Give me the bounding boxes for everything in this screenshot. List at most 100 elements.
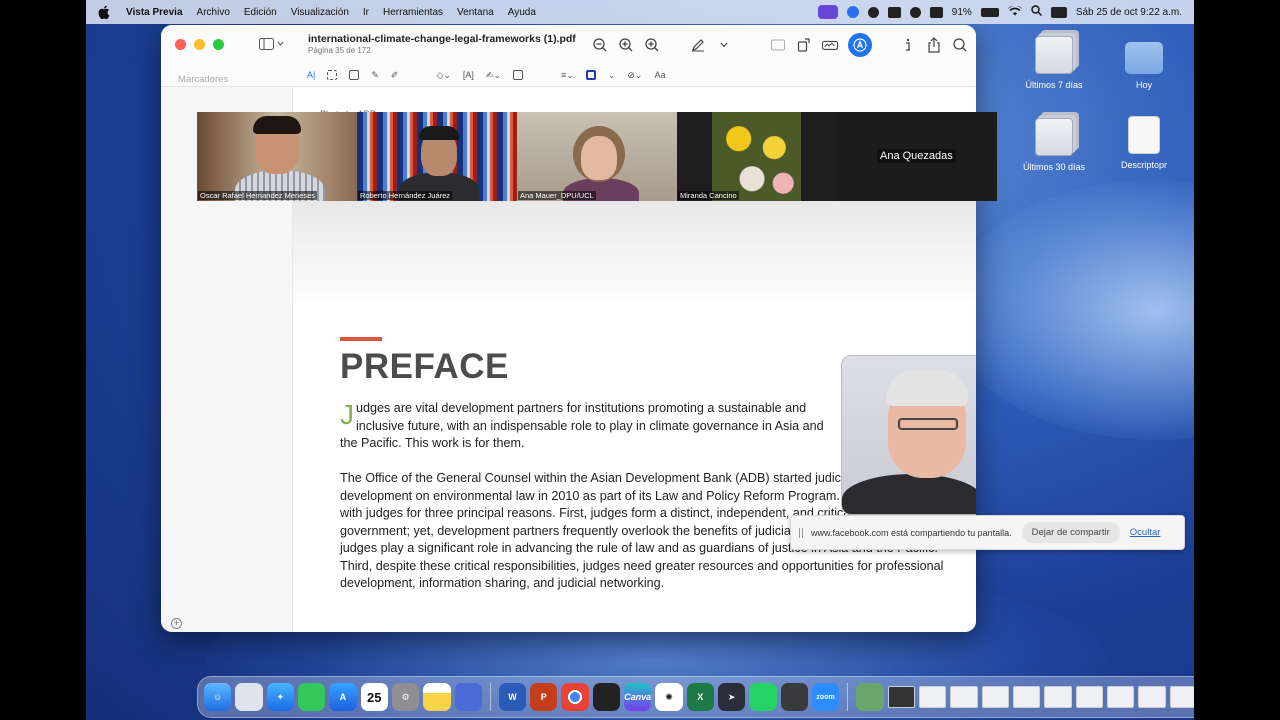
participant-tile[interactable]: Miranda Cancino: [677, 112, 837, 201]
participant-tile[interactable]: Ana Quezadas: [837, 112, 997, 201]
desktop-item-label: Descriptopr: [1120, 160, 1167, 170]
downloads-stack-icon[interactable]: [856, 683, 884, 711]
minimized-window-thumbnail[interactable]: [1138, 686, 1166, 708]
preview-app-icon[interactable]: [454, 683, 482, 711]
stand-icon[interactable]: [592, 683, 621, 711]
control-center-icon[interactable]: [1050, 6, 1067, 18]
menu-herramientas[interactable]: Herramientas: [383, 7, 443, 18]
share-icon[interactable]: [926, 37, 942, 53]
desktop-stack-last-7-days[interactable]: Últimos 7 días: [1014, 36, 1094, 90]
minimized-window-thumbnail[interactable]: [1044, 686, 1072, 708]
calendar-icon[interactable]: 25: [360, 683, 388, 711]
info-icon[interactable]: [900, 37, 916, 53]
mirror-icon[interactable]: [780, 683, 808, 711]
play-icon[interactable]: [909, 6, 921, 18]
minimized-window-thumbnail[interactable]: [981, 686, 1009, 708]
fill-color-icon[interactable]: ⊘⌄: [627, 69, 642, 81]
text-style-button[interactable]: Aa: [654, 69, 665, 81]
zoom-in-icon[interactable]: [644, 37, 660, 53]
apple-icon[interactable]: [98, 5, 112, 19]
participant-tile[interactable]: Ana Mauer_DPU/UCL: [517, 112, 677, 201]
minimized-window-thumbnail[interactable]: [887, 686, 915, 708]
participant-tile[interactable]: Roberto Hernández Juárez: [357, 112, 517, 201]
zoom-out-icon[interactable]: [592, 37, 608, 53]
word-icon[interactable]: W: [498, 683, 527, 711]
chevron-down-icon[interactable]: [716, 37, 732, 53]
shapes-icon[interactable]: ◇⌄: [436, 69, 450, 81]
cloud-icon[interactable]: [929, 6, 943, 18]
participant-name: Ana Mauer_DPU/UCL: [518, 191, 596, 200]
rotate-icon[interactable]: [796, 37, 812, 53]
desktop-stack-last-30-days[interactable]: Últimos 30 días: [1014, 118, 1094, 172]
desktop-item-label: Últimos 7 días: [1025, 80, 1083, 90]
folder-icon: [1125, 42, 1163, 74]
vpn-icon[interactable]: [867, 6, 879, 18]
safari-icon[interactable]: ✦: [266, 683, 294, 711]
whatsapp-icon[interactable]: [749, 683, 777, 711]
shape-style-icon[interactable]: ≡⌄: [561, 69, 574, 81]
minimized-window-thumbnail[interactable]: [950, 686, 978, 708]
menu-edicion[interactable]: Edición: [244, 7, 277, 18]
highlight-icon[interactable]: [770, 37, 786, 53]
markup-button[interactable]: [848, 33, 872, 57]
text-selection-icon[interactable]: A|: [307, 69, 315, 81]
minimized-window-thumbnail[interactable]: [1107, 686, 1135, 708]
zoom-window-button[interactable]: [213, 39, 224, 50]
desktop-document-descriptopr[interactable]: Descriptopr: [1104, 116, 1184, 170]
chatgpt-icon[interactable]: ✺: [655, 683, 683, 711]
add-bookmark-icon[interactable]: +: [171, 618, 182, 629]
search-icon[interactable]: [952, 37, 968, 53]
sign-icon[interactable]: ✍⌄: [486, 69, 501, 81]
messages-icon[interactable]: [297, 683, 326, 711]
hide-banner-link[interactable]: Ocultar: [1130, 527, 1161, 538]
sketch-icon[interactable]: ✎: [371, 69, 379, 81]
minimized-window-thumbnail[interactable]: [1169, 686, 1194, 708]
drag-handle-icon[interactable]: [799, 527, 803, 538]
minimized-window-thumbnail[interactable]: [1012, 686, 1041, 708]
screen-share-icon[interactable]: [817, 5, 838, 19]
system-settings-icon[interactable]: ⚙: [391, 683, 420, 711]
participant-name: Miranda Cancino: [678, 191, 739, 200]
menu-datetime[interactable]: Sáb 25 de oct 9:22 a.m.: [1076, 7, 1182, 18]
menu-visualizacion[interactable]: Visualización: [291, 7, 349, 18]
minimized-window-thumbnail[interactable]: [918, 686, 947, 708]
sidebar-toggle-button[interactable]: [259, 37, 287, 51]
minimize-window-button[interactable]: [194, 39, 205, 50]
powerpoint-icon[interactable]: P: [530, 683, 558, 711]
instant-alpha-icon[interactable]: [349, 70, 360, 80]
telegram-icon[interactable]: ➤: [717, 683, 746, 711]
menu-archivo[interactable]: Archivo: [197, 7, 230, 18]
stop-sharing-button[interactable]: Dejar de compartir: [1021, 522, 1120, 543]
signature-icon[interactable]: [822, 37, 838, 53]
menu-bar: Vista Previa Archivo Edición Visualizaci…: [86, 0, 1194, 24]
note-icon[interactable]: [513, 70, 524, 80]
finder-icon[interactable]: ☺: [204, 683, 232, 711]
menu-app-name[interactable]: Vista Previa: [126, 7, 183, 18]
text-box-icon[interactable]: [A]: [463, 69, 474, 81]
minimized-window-thumbnail[interactable]: [1075, 686, 1104, 708]
zoom-icon[interactable]: zoom: [811, 683, 840, 711]
chrome-icon[interactable]: [561, 683, 589, 711]
participant-tile[interactable]: Oscar Rafael Hernandez Meneses: [197, 112, 357, 201]
draw-icon[interactable]: ✐: [391, 69, 399, 81]
close-window-button[interactable]: [175, 39, 186, 50]
notes-icon[interactable]: [423, 683, 451, 711]
app-store-icon[interactable]: A: [329, 683, 357, 711]
spotlight-search-icon[interactable]: [1031, 5, 1042, 19]
chevron-down-icon[interactable]: ⌄: [608, 69, 616, 81]
excel-icon[interactable]: X: [686, 683, 714, 711]
launchpad-icon[interactable]: [235, 683, 263, 711]
battery-icon[interactable]: [980, 7, 999, 17]
rectangular-selection-icon[interactable]: [327, 70, 338, 80]
wifi-icon[interactable]: [1007, 4, 1022, 19]
zoom-tray-icon[interactable]: [846, 6, 859, 18]
menu-ayuda[interactable]: Ayuda: [508, 7, 536, 18]
border-color-icon[interactable]: [585, 70, 596, 80]
pen-icon[interactable]: [690, 37, 706, 53]
canva-icon[interactable]: Canva: [624, 683, 652, 711]
menu-ventana[interactable]: Ventana: [457, 7, 494, 18]
zoom-fit-icon[interactable]: [618, 37, 634, 53]
desktop-folder-today[interactable]: Hoy: [1104, 36, 1184, 90]
menu-ir[interactable]: Ir: [363, 7, 369, 18]
dropbox-icon[interactable]: [887, 6, 901, 18]
